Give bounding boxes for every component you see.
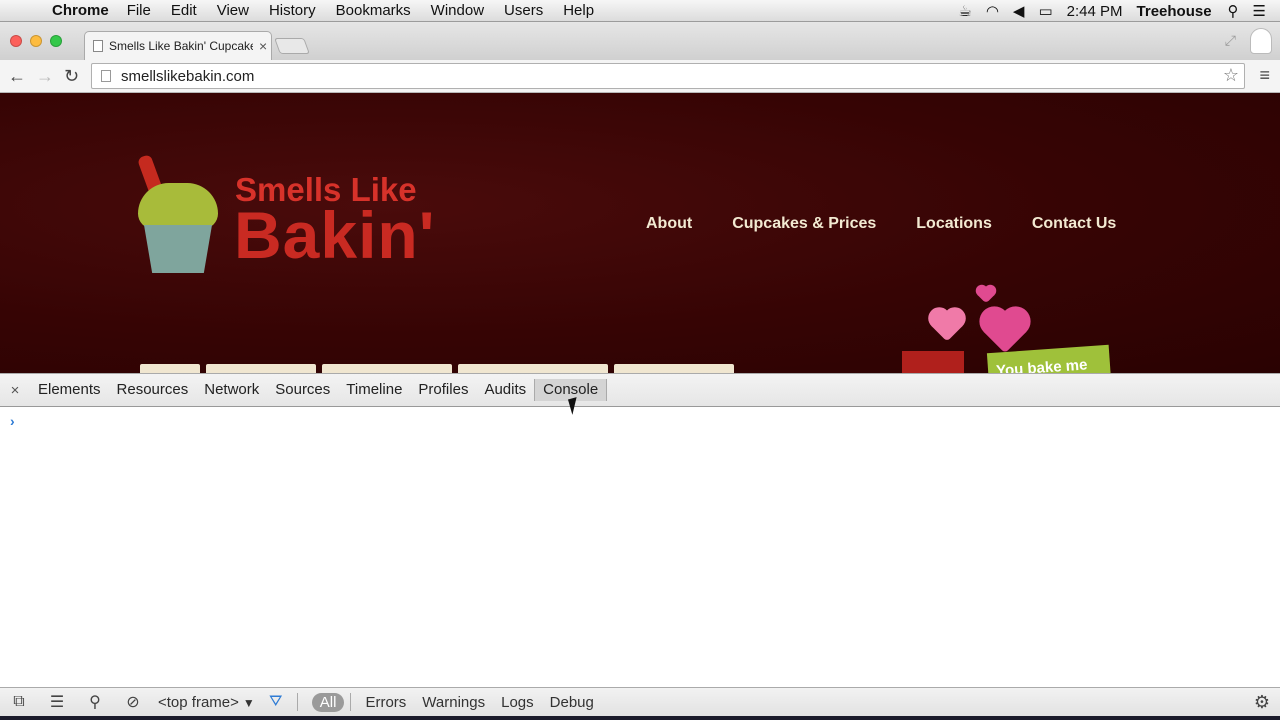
heart-decoration (977, 286, 995, 304)
menu-help[interactable]: Help (563, 2, 594, 19)
user-name[interactable]: Treehouse (1137, 3, 1212, 20)
screen-bottom-edge (0, 716, 1280, 720)
page-favicon-icon (93, 40, 103, 52)
site-navigation: About Cupcakes & Prices Locations Contac… (646, 215, 1156, 233)
filter-icon[interactable]: ⛛ (261, 693, 291, 711)
battery-icon[interactable]: ▭ (1038, 2, 1052, 20)
divider (350, 693, 352, 711)
tab-resources[interactable]: Resources (109, 379, 197, 401)
cupcake-logo-image[interactable] (136, 153, 218, 273)
wifi-icon[interactable]: ◠ (986, 2, 999, 20)
cupcake-frosting (138, 183, 218, 229)
address-bar[interactable]: smellslikebakin.com ☆ (91, 63, 1245, 89)
tab-network[interactable]: Network (196, 379, 267, 401)
tab-elements[interactable]: Elements (30, 379, 109, 401)
filter-all[interactable]: All (311, 692, 345, 712)
nav-contact-us[interactable]: Contact Us (1032, 215, 1116, 233)
devtools-panel-tabs: × Elements Resources Network Sources Tim… (0, 373, 1280, 407)
reload-icon[interactable]: ↻ (64, 66, 79, 87)
menu-edit[interactable]: Edit (171, 2, 197, 19)
zoom-window-icon[interactable] (50, 35, 62, 47)
filter-errors[interactable]: Errors (357, 694, 414, 711)
tab-timeline[interactable]: Timeline (338, 379, 410, 401)
tagline-cropped (140, 363, 830, 373)
menu-view[interactable]: View (217, 2, 249, 19)
filter-debug[interactable]: Debug (542, 694, 602, 711)
minimize-window-icon[interactable] (30, 35, 42, 47)
devtools-close-icon[interactable]: × (0, 382, 30, 399)
sign-text: You bake me (995, 356, 1088, 373)
menu-bookmarks[interactable]: Bookmarks (336, 2, 411, 19)
menu-history[interactable]: History (269, 2, 316, 19)
dock-icon[interactable]: ⧉ (0, 693, 38, 711)
menu-file[interactable]: File (127, 2, 151, 19)
cupcake-cup (144, 225, 212, 273)
fullscreen-icon[interactable]: ⤢ (1225, 32, 1236, 49)
search-icon[interactable]: ⚲ (76, 692, 114, 712)
browser-toolbar: ← → ↻ smellslikebakin.com ☆ ≡ (0, 60, 1280, 93)
heart-decoration (983, 310, 1027, 354)
logo-text-line2[interactable]: Bakin' (234, 197, 435, 273)
filter-logs[interactable]: Logs (493, 694, 542, 711)
mac-menu-bar: Chrome File Edit View History Bookmarks … (0, 0, 1280, 22)
clear-console-icon[interactable]: ⊘ (114, 692, 152, 712)
bookmark-star-icon[interactable]: ☆ (1223, 65, 1239, 86)
frame-selector[interactable]: <top frame> ▼ (158, 694, 255, 711)
dropdown-arrow-icon: ▼ (242, 695, 255, 710)
frame-selector-value: <top frame> (158, 693, 239, 711)
clock[interactable]: 2:44 PM (1067, 3, 1123, 20)
gear-icon[interactable]: ⚙ (1254, 692, 1270, 713)
nav-locations[interactable]: Locations (916, 215, 992, 233)
tab-strip: Smells Like Bakin' Cupcake × ⤢ (0, 22, 1280, 60)
spotlight-icon[interactable]: ⚲ (1228, 2, 1239, 20)
coffee-icon[interactable]: ☕ (958, 2, 971, 20)
new-tab-button[interactable] (274, 38, 310, 54)
console-status-bar: ⧉ ☰ ⚲ ⊘ <top frame> ▼ ⛛ All Errors Warnin… (0, 687, 1280, 716)
menu-window[interactable]: Window (431, 2, 484, 19)
gift-box-illustration (902, 351, 964, 373)
tab-sources[interactable]: Sources (267, 379, 338, 401)
chrome-menu-icon[interactable]: ≡ (1259, 65, 1270, 86)
tab-profiles[interactable]: Profiles (410, 379, 476, 401)
back-arrow-icon[interactable]: ← (8, 66, 26, 87)
forward-arrow-icon[interactable]: → (36, 66, 54, 87)
tab-title: Smells Like Bakin' Cupcake (109, 39, 253, 53)
profile-avatar-icon[interactable] (1250, 28, 1272, 54)
menu-app-name[interactable]: Chrome (52, 2, 109, 19)
address-bar-url[interactable]: smellslikebakin.com (121, 68, 254, 85)
console-output[interactable]: › (0, 407, 1280, 687)
browser-tab[interactable]: Smells Like Bakin' Cupcake × (84, 31, 272, 60)
page-viewport: Smells Like Bakin' About Cupcakes & Pric… (0, 93, 1280, 373)
console-prompt-icon: › (10, 413, 15, 429)
menu-users[interactable]: Users (504, 2, 543, 19)
heart-decoration (931, 310, 963, 342)
drawer-icon[interactable]: ☰ (38, 692, 76, 712)
divider (296, 693, 298, 711)
notification-list-icon[interactable]: ☰ (1253, 2, 1266, 20)
nav-about[interactable]: About (646, 215, 692, 233)
filter-warnings[interactable]: Warnings (414, 694, 493, 711)
page-icon (101, 70, 111, 82)
nav-cupcakes-prices[interactable]: Cupcakes & Prices (732, 215, 876, 233)
tab-close-icon[interactable]: × (259, 38, 267, 54)
window-controls (10, 35, 70, 47)
volume-icon[interactable]: ◀ (1013, 2, 1025, 20)
menu-extras: ☕ ◠ ◀ ▭ 2:44 PM Treehouse ⚲ ☰ (958, 0, 1280, 22)
close-window-icon[interactable] (10, 35, 22, 47)
tab-audits[interactable]: Audits (476, 379, 534, 401)
